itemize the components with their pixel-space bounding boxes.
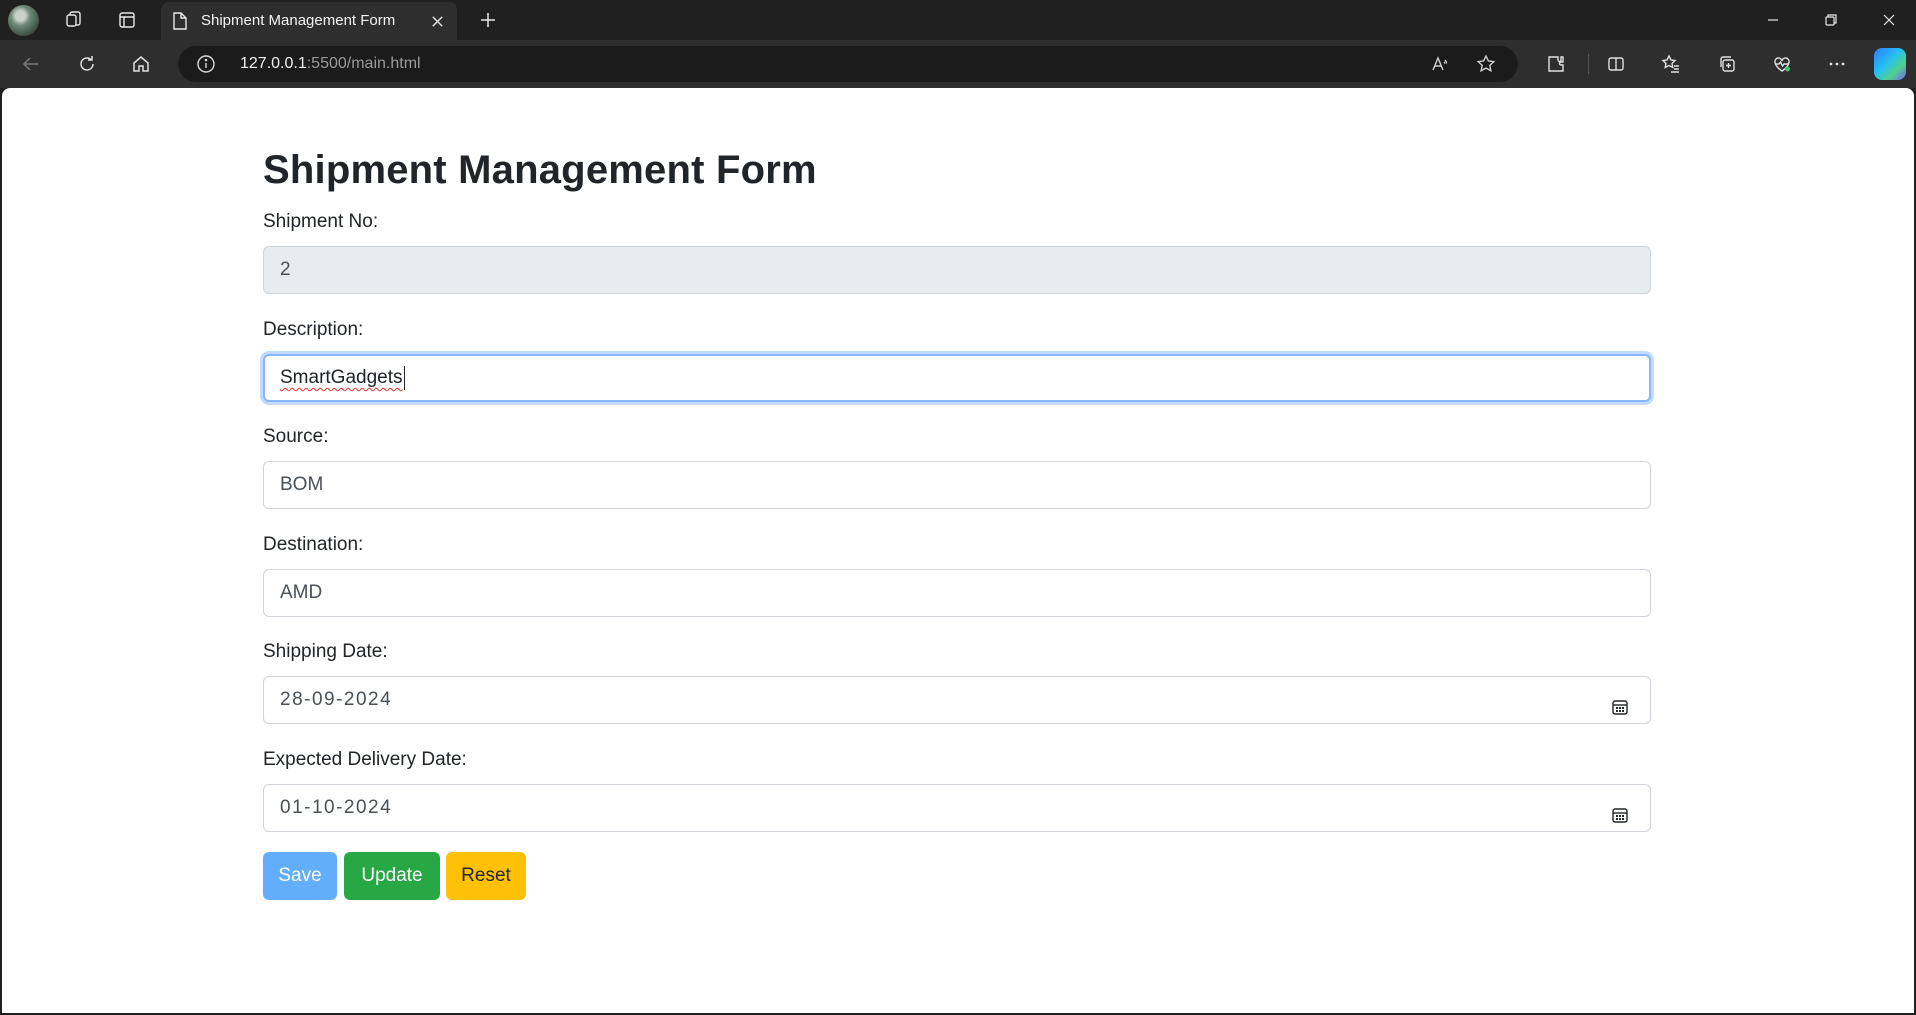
source-input[interactable]: BOM [263,461,1651,509]
browser-essentials-icon[interactable] [1765,48,1799,80]
update-button[interactable]: Update [344,852,440,900]
calendar-icon[interactable] [1610,797,1632,823]
new-tab-icon[interactable] [472,4,504,36]
shipping-date-input[interactable]: 28-09-2024 [263,676,1651,724]
favorite-star-icon[interactable] [1474,52,1498,76]
text-caret [403,365,405,390]
more-icon[interactable] [1820,48,1854,80]
collections-icon[interactable] [1710,48,1744,80]
description-label: Description: [263,319,364,340]
description-value: SmartGadgets [280,367,403,388]
delivery-date-input[interactable]: 01-10-2024 [263,784,1651,832]
back-icon[interactable] [14,48,48,80]
tab-title: Shipment Management Form [201,12,396,29]
favorites-icon[interactable] [1654,48,1688,80]
destination-input[interactable]: AMD [263,569,1651,617]
extensions-icon[interactable] [1539,48,1573,80]
shipping-date-value: 28-09-2024 [280,689,393,710]
description-input[interactable]: SmartGadgets [263,354,1651,402]
restore-icon[interactable] [1808,0,1854,40]
refresh-icon[interactable] [70,48,104,80]
source-label: Source: [263,426,329,447]
shipment-no-input[interactable]: 2 [263,246,1651,294]
address-bar[interactable]: 127.0.0.1:5500/main.html [178,46,1518,82]
delivery-date-label: Expected Delivery Date: [263,749,467,770]
home-icon[interactable] [124,48,158,80]
tab-shipment-form[interactable]: Shipment Management Form [161,2,457,40]
split-screen-icon[interactable] [1599,48,1633,80]
url-text: 127.0.0.1:5500/main.html [240,55,421,72]
destination-value: AMD [280,582,323,603]
minimize-icon[interactable] [1750,0,1796,40]
reset-button[interactable]: Reset [446,852,526,900]
close-icon[interactable] [425,9,449,33]
calendar-icon[interactable] [1610,689,1632,715]
shipment-no-label: Shipment No: [263,211,379,232]
profile-avatar[interactable] [8,5,39,36]
page-title: Shipment Management Form [263,148,817,192]
tab-actions-icon[interactable] [111,4,143,36]
toolbar-separator [1588,54,1589,74]
workspaces-icon[interactable] [58,4,90,36]
shipment-no-value: 2 [280,259,291,280]
shipping-date-label: Shipping Date: [263,641,388,662]
site-info-icon[interactable] [196,54,216,74]
save-button[interactable]: Save [263,852,337,900]
source-value: BOM [280,474,324,495]
copilot-icon[interactable] [1874,48,1906,80]
tab-bar: Shipment Management Form [0,0,1916,40]
browser-toolbar: 127.0.0.1:5500/main.html [0,40,1916,88]
delivery-date-value: 01-10-2024 [280,797,393,818]
page-viewport: Shipment Management Form Shipment No: 2 … [2,88,1914,1013]
destination-label: Destination: [263,534,364,555]
read-aloud-icon[interactable] [1428,52,1452,76]
document-icon [171,11,189,31]
window-close-icon[interactable] [1866,0,1912,40]
